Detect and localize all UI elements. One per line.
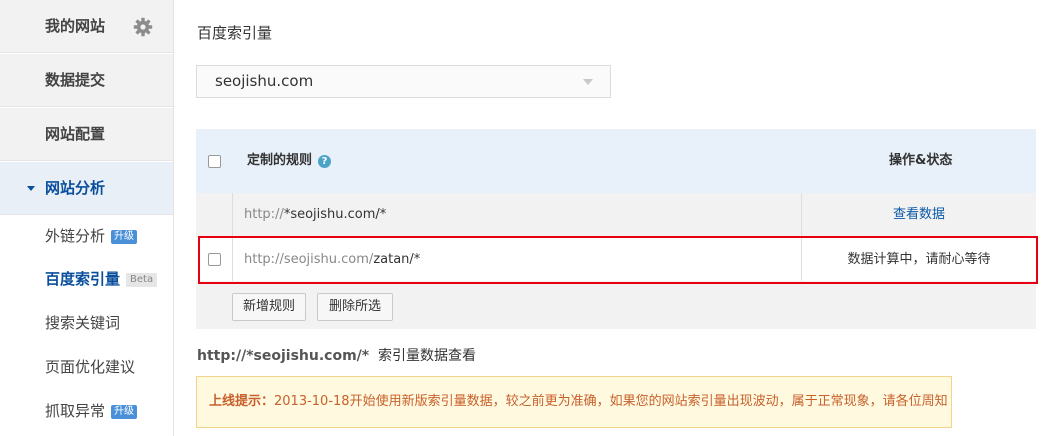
delete-selected-button[interactable]: 删除所选 [317, 293, 393, 321]
sidebar-item-data-submit[interactable]: 数据提交 [0, 54, 173, 107]
sidebar-item-label: 网站配置 [45, 125, 106, 143]
sidebar-subitem-label: 外链分析 [45, 227, 106, 245]
sidebar-subitem-search-keywords[interactable]: 搜索关键词 [45, 313, 120, 333]
sidebar-item-label: 我的网站 [45, 17, 106, 35]
ops-header-label: 操作&状态 [889, 153, 953, 168]
sidebar-subitem-label: 百度索引量 [45, 270, 121, 288]
index-section-url: http://*seojishu.com/* [197, 348, 370, 364]
sidebar: 我的网站 数据提交 网站配置 网站分析 外链分析 升级 百度索引量 Beta 搜… [0, 0, 174, 436]
sidebar-item-site-config[interactable]: 网站配置 [0, 108, 173, 161]
rules-header-label: 定制的规则? [247, 129, 332, 193]
table-row: http://*seojishu.com/* 查看数据 [196, 193, 1036, 236]
rule-url: http://*seojishu.com/* [244, 193, 386, 236]
caret-down-icon [27, 186, 35, 191]
sidebar-subitem-external-links[interactable]: 外链分析 升级 [45, 226, 138, 246]
upgrade-badge: 升级 [111, 230, 138, 244]
gear-icon[interactable] [133, 17, 153, 37]
notice-text: 上线提示：2013-10-18开始使用新版索引量数据，较之前更为准确，如果您的网… [209, 377, 948, 427]
select-all-checkbox[interactable] [208, 155, 221, 168]
sidebar-item-label: 数据提交 [45, 71, 106, 89]
sidebar-subitem-label: 抓取异常 [45, 402, 106, 420]
sidebar-subitem-label: 页面优化建议 [45, 358, 136, 376]
sidebar-subitem-baidu-index[interactable]: 百度索引量 Beta [45, 269, 158, 289]
sidebar-item-my-site[interactable]: 我的网站 [0, 0, 173, 53]
rule-url-main: *seojishu.com/* [283, 207, 387, 222]
sidebar-subitem-label: 搜索关键词 [45, 314, 121, 332]
notice-body: 2013-10-18开始使用新版索引量数据，较之前更为准确，如果您的网站索引量出… [274, 394, 948, 409]
notice-banner: 上线提示：2013-10-18开始使用新版索引量数据，较之前更为准确，如果您的网… [196, 376, 952, 428]
add-rule-button[interactable]: 新增规则 [232, 293, 306, 321]
upgrade-badge: 升级 [111, 405, 138, 419]
help-icon[interactable]: ? [318, 155, 332, 168]
column-divider [232, 193, 233, 236]
sidebar-item-label: 网站分析 [45, 179, 106, 197]
rules-header-text: 定制的规则 [247, 153, 313, 168]
index-section-text: 索引量数据查看 [378, 348, 476, 364]
chevron-down-icon [583, 79, 593, 85]
index-section-title: http://*seojishu.com/* 索引量数据查看 [197, 345, 476, 365]
rules-table-header: 定制的规则? 操作&状态 [196, 129, 1036, 193]
sidebar-subitem-page-optimization[interactable]: 页面优化建议 [45, 357, 135, 377]
site-select[interactable]: seojishu.com [196, 65, 611, 98]
sidebar-subitem-crawl-errors[interactable]: 抓取异常 升级 [45, 401, 138, 421]
page-title: 百度索引量 [197, 24, 273, 42]
highlight-box [198, 236, 1038, 284]
beta-badge: Beta [126, 273, 158, 287]
notice-label: 上线提示： [209, 394, 275, 409]
rule-url-prefix: http:// [244, 207, 284, 222]
view-data-link[interactable]: 查看数据 [802, 193, 1036, 236]
rules-panel: 定制的规则? 操作&状态 http://*seojishu.com/* 查看数据… [196, 129, 1036, 329]
sidebar-item-site-analysis[interactable]: 网站分析 [0, 162, 173, 215]
site-select-value: seojishu.com [215, 72, 314, 90]
